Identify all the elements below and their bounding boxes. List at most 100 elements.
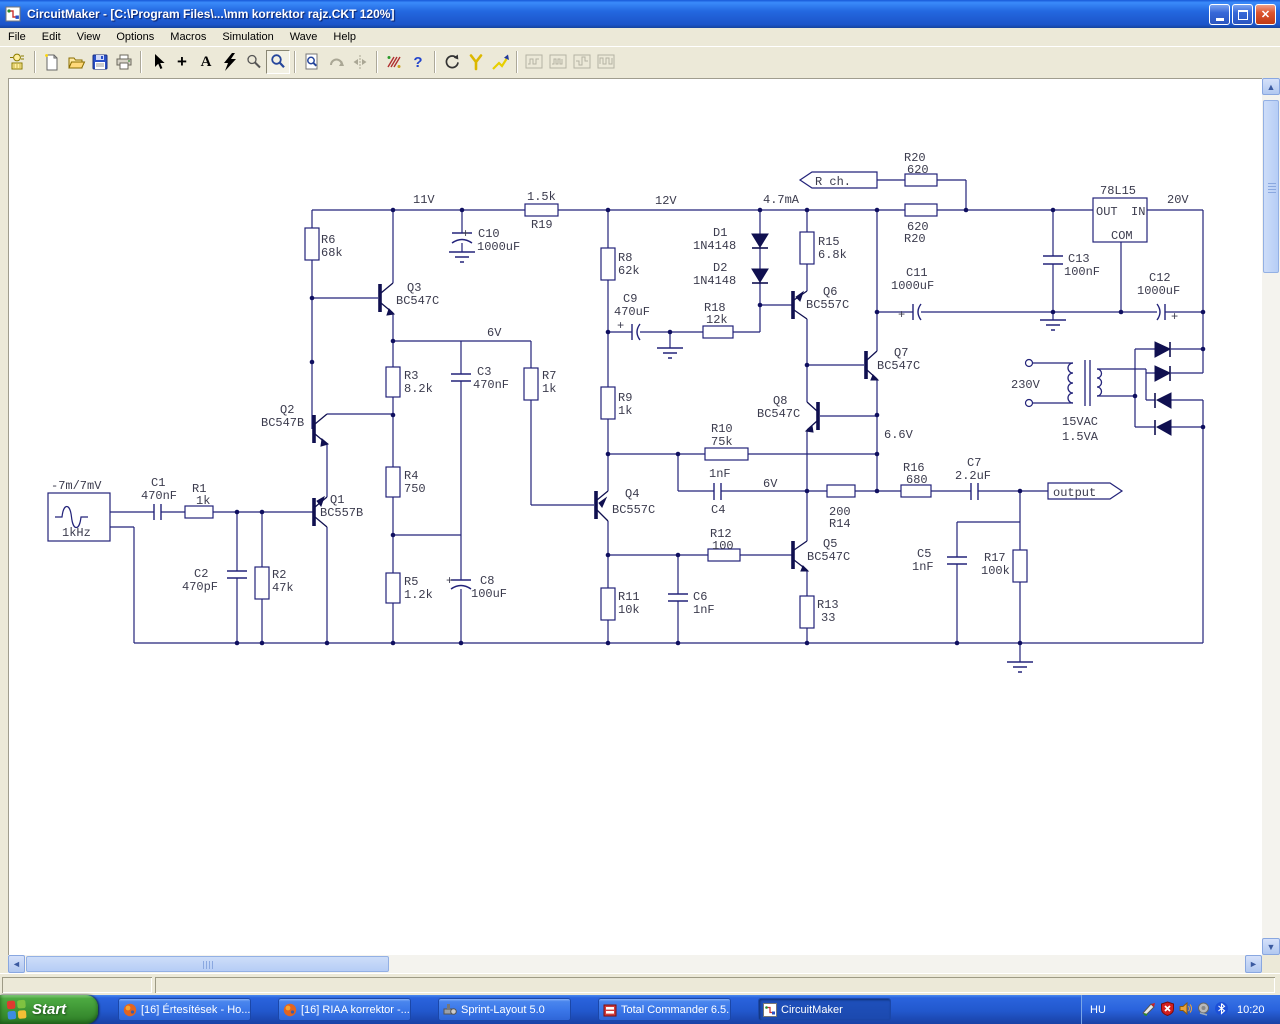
rotate-button[interactable] xyxy=(324,50,348,74)
taskbar-task-sprint-layout-5-0[interactable]: Sprint-Layout 5.0 xyxy=(438,998,571,1021)
component-label: C3 xyxy=(477,365,491,379)
cursor-icon xyxy=(155,54,165,69)
component-label: 68k xyxy=(321,246,343,260)
wire-tool-button[interactable]: + xyxy=(170,50,194,74)
firefox-icon xyxy=(283,1003,297,1017)
component-label: 230V xyxy=(1011,378,1041,392)
scroll-up-button[interactable]: ▲ xyxy=(1262,78,1280,95)
scroll-right-button[interactable]: ► xyxy=(1245,955,1262,973)
component-label: 47k xyxy=(272,581,294,595)
digital-analog-button[interactable] xyxy=(382,50,406,74)
component-label: Q2 xyxy=(280,403,294,417)
fit-page-button[interactable] xyxy=(300,50,324,74)
new-button[interactable] xyxy=(40,50,64,74)
language-indicator[interactable]: HU xyxy=(1090,1004,1114,1016)
component-label: R3 xyxy=(404,369,418,383)
component-label: 75k xyxy=(711,435,733,449)
menu-item-options[interactable]: Options xyxy=(108,29,162,45)
menu-bar: File Edit View Options Macros Simulation Wave H… xyxy=(0,28,1280,46)
print-button[interactable] xyxy=(112,50,136,74)
start-button[interactable]: Start xyxy=(0,995,98,1024)
wave-b-button[interactable] xyxy=(546,50,570,74)
menu-item-wave[interactable]: Wave xyxy=(282,29,326,45)
close-button[interactable]: ✕ xyxy=(1255,4,1276,25)
menu-item-simulation[interactable]: Simulation xyxy=(214,29,281,45)
taskbar-task--16-rtes-t-sek-ho-[interactable]: [16] Értesítések - Ho... xyxy=(118,998,251,1021)
taskbar-task-circuitmaker[interactable]: CircuitMaker xyxy=(758,998,891,1021)
component-label: R10 xyxy=(711,422,733,436)
help-button[interactable]: ? xyxy=(406,50,430,74)
text-tool-button[interactable]: A xyxy=(194,50,218,74)
plus-icon: + xyxy=(177,52,187,71)
clock: 10:20 xyxy=(1237,1003,1265,1016)
component-label: 100nF xyxy=(1064,265,1100,279)
delete-tool-button[interactable] xyxy=(218,50,242,74)
vertical-scroll-thumb[interactable] xyxy=(1263,100,1279,273)
component-label: OUT xyxy=(1096,205,1118,219)
volume-icon[interactable] xyxy=(1178,1001,1193,1019)
component-label: R14 xyxy=(829,517,851,531)
taskbar: Start [16] Értesítések - Ho... [16] RIAA … xyxy=(0,995,1280,1024)
security-shield-icon[interactable] xyxy=(1160,1000,1175,1019)
menu-item-view[interactable]: View xyxy=(69,29,109,45)
component-label: R15 xyxy=(818,235,840,249)
component-label: C6 xyxy=(693,590,707,604)
audio-device-icon[interactable] xyxy=(1196,1001,1211,1019)
taskbar-task--16-riaa-korrektor-[interactable]: [16] RIAA korrektor -... xyxy=(278,998,411,1021)
schematic-canvas[interactable]: -7m/7mV 1kHz C1 470nF R1 1k C2 470pF R2 47k Q1 BC55… xyxy=(8,78,1262,955)
component-label: 1.2k xyxy=(404,588,433,602)
menu-item-file[interactable]: File xyxy=(0,29,34,45)
menu-item-edit[interactable]: Edit xyxy=(34,29,69,45)
menu-item-help[interactable]: Help xyxy=(325,29,364,45)
component-label: 620 xyxy=(907,163,929,177)
component-label: -7m/7mV xyxy=(51,479,102,493)
component-label: 750 xyxy=(404,482,426,496)
component-label: 1k xyxy=(196,494,210,508)
component-label: C2 xyxy=(194,567,208,581)
parts-browser-icon xyxy=(10,53,24,70)
component-label: BC547C xyxy=(396,294,439,308)
pen-tablet-icon[interactable] xyxy=(1142,1001,1157,1019)
component-label: 100k xyxy=(981,564,1010,578)
component-label: 100 xyxy=(712,539,734,553)
component-label: 1k xyxy=(542,382,556,396)
task-label: [16] RIAA korrektor -... xyxy=(301,1003,410,1016)
trace-tool-button[interactable] xyxy=(464,50,488,74)
magnify-wand-button[interactable] xyxy=(242,50,266,74)
component-label: 12k xyxy=(706,313,728,327)
status-cell-left xyxy=(2,977,152,993)
scroll-left-button[interactable]: ◄ xyxy=(8,955,25,973)
scroll-down-button[interactable]: ▼ xyxy=(1262,938,1280,955)
vertical-scrollbar[interactable]: ▲ ▼ xyxy=(1262,78,1280,955)
mirror-button[interactable] xyxy=(348,50,372,74)
save-button[interactable] xyxy=(88,50,112,74)
component-label: BC547C xyxy=(877,359,920,373)
restore-button[interactable] xyxy=(1232,4,1253,25)
component-label: C10 xyxy=(478,227,500,241)
minimize-button[interactable] xyxy=(1209,4,1230,25)
probe-button[interactable] xyxy=(488,50,512,74)
wave-a-button[interactable] xyxy=(522,50,546,74)
arrow-tool-button[interactable] xyxy=(146,50,170,74)
component-label: 1nF xyxy=(912,560,934,574)
horizontal-scrollbar[interactable]: ◄ ► xyxy=(8,955,1262,973)
status-bar xyxy=(0,973,1280,996)
bluetooth-icon[interactable] xyxy=(1214,1001,1229,1019)
component-label: D2 xyxy=(713,261,727,275)
component-label: BC557C xyxy=(806,298,849,312)
component-label: 1nF xyxy=(709,467,731,481)
zoom-tool-button[interactable] xyxy=(266,50,290,74)
component-label: R2 xyxy=(272,568,286,582)
status-cell-main xyxy=(155,977,1275,993)
component-label: 470nF xyxy=(473,378,509,392)
page-zoom-icon xyxy=(305,53,318,70)
component-label: output xyxy=(1053,486,1096,500)
wave-d-button[interactable] xyxy=(594,50,618,74)
reset-button[interactable] xyxy=(440,50,464,74)
taskbar-task-total-commander-6-5-[interactable]: Total Commander 6.5... xyxy=(598,998,731,1021)
parts-browser-button[interactable] xyxy=(6,50,30,74)
menu-item-macros[interactable]: Macros xyxy=(162,29,214,45)
wave-c-button[interactable] xyxy=(570,50,594,74)
horizontal-scroll-thumb[interactable] xyxy=(26,956,389,972)
open-button[interactable] xyxy=(64,50,88,74)
